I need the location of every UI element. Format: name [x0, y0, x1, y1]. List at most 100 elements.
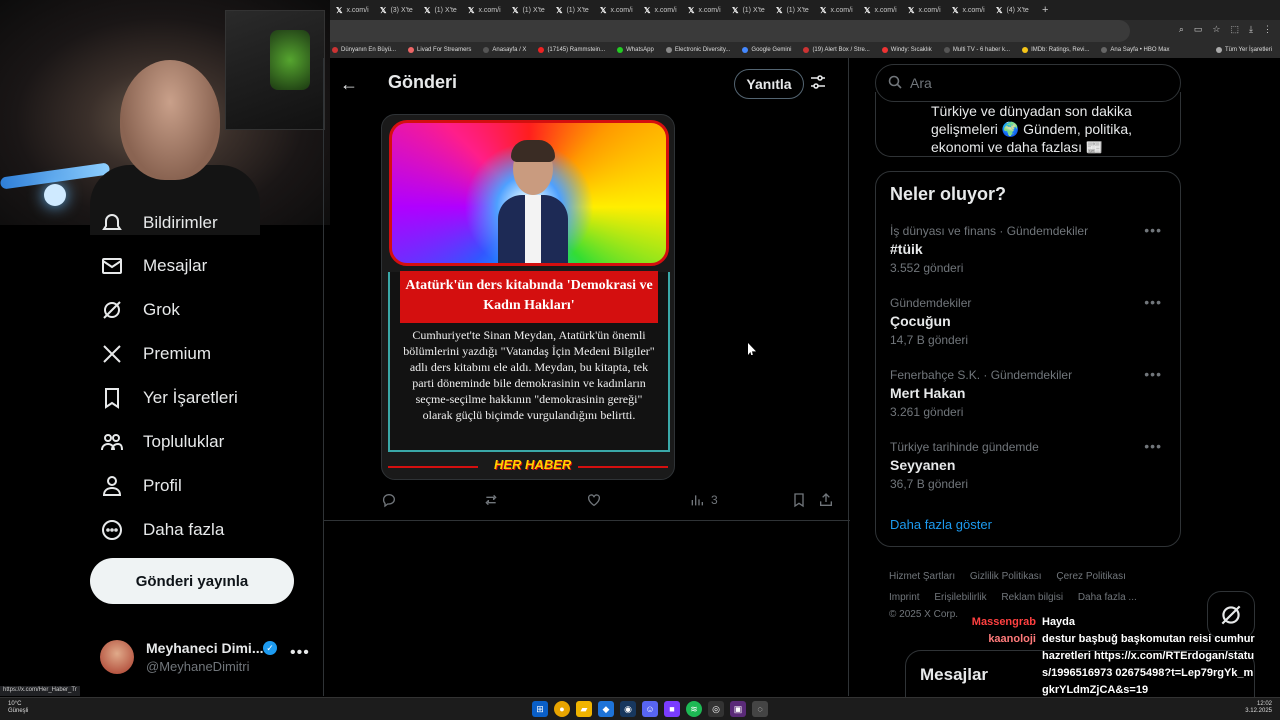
extensions-icon[interactable]: ⬚	[1231, 24, 1240, 35]
footer-link[interactable]: Çerez Politikası	[1056, 571, 1125, 582]
star-icon[interactable]: ☆	[1212, 24, 1220, 35]
browser-tab[interactable]: 𝕏x.com/i	[682, 6, 726, 15]
browser-tab[interactable]: 𝕏x.com/i	[462, 6, 506, 15]
browser-tab[interactable]: 𝕏x.com/i	[330, 6, 374, 15]
footer-link[interactable]: Erişilebilirlik	[934, 592, 986, 603]
discord-icon[interactable]: ☺	[642, 701, 658, 717]
browser-tab[interactable]: 𝕏x.com/i	[638, 6, 682, 15]
menu-icon[interactable]: ⋮	[1263, 24, 1272, 35]
bookmark-item[interactable]: Windy: Sıcaklık	[881, 47, 932, 53]
tab-title: x.com/i	[610, 6, 633, 14]
browser-tab[interactable]: 𝕏 (1) X'te	[418, 6, 462, 15]
footer-link[interactable]: Imprint	[889, 592, 920, 603]
more-horizontal-icon[interactable]: •••	[1144, 222, 1162, 238]
app-icon[interactable]: ▣	[730, 701, 746, 717]
app-icon[interactable]: ■	[664, 701, 680, 717]
url-field[interactable]	[330, 20, 1130, 42]
browser-tab[interactable]: 𝕏 (3) X'te	[374, 6, 418, 15]
more-horizontal-icon[interactable]: •••	[290, 644, 310, 662]
sidebar-item-grok[interactable]: Grok	[100, 298, 180, 322]
footer-link[interactable]: Hizmet Şartları	[889, 571, 955, 582]
steam-icon[interactable]: ◉	[620, 701, 636, 717]
trend-item[interactable]: Fenerbahçe S.K. · Gündemdekiler Mert Hak…	[890, 366, 1170, 419]
bookmark-item[interactable]: (17145) Rammstein...	[538, 47, 605, 53]
zoom-icon[interactable]: ⌕	[1179, 24, 1184, 35]
x-favicon-icon: 𝕏	[952, 5, 959, 15]
footer-link[interactable]: Gizlilik Politikası	[970, 571, 1042, 582]
folder-icon[interactable]: ▰	[576, 701, 592, 717]
cast-icon[interactable]: ▭	[1194, 24, 1203, 35]
download-icon[interactable]: ⤓	[1249, 24, 1253, 35]
browser-tab[interactable]: 𝕏 (1) X'te	[506, 6, 550, 15]
system-clock[interactable]: 12:02 3.12.2025	[1245, 701, 1272, 715]
trend-name: #tüik	[890, 241, 923, 257]
x-favicon-icon: 𝕏	[732, 5, 739, 15]
trend-item[interactable]: İş dünyası ve finans · Gündemdekiler #tü…	[890, 222, 1170, 275]
browser-tab[interactable]: 𝕏x.com/i	[902, 6, 946, 15]
weather-widget[interactable]: 10°C Güneşli	[8, 701, 28, 715]
search-input[interactable]: Ara	[875, 64, 1181, 102]
obs-icon[interactable]: ◎	[708, 701, 724, 717]
address-bar[interactable]: ⌕ ▭ ☆ ⬚ ⤓ ⋮	[330, 20, 1280, 42]
more-horizontal-icon[interactable]: •••	[1144, 294, 1162, 310]
bookmark-action[interactable]	[791, 492, 807, 508]
sidebar-item-daha-fazla[interactable]: Daha fazla	[100, 518, 224, 542]
account-handle: @MeyhaneDimitri	[146, 659, 250, 674]
bookmark-item[interactable]: WhatsApp	[617, 47, 654, 53]
reply-action[interactable]	[381, 492, 397, 508]
browser-tab[interactable]: 𝕏 (1) X'te	[726, 6, 770, 15]
x-favicon-icon: 𝕏	[600, 5, 607, 15]
more-horizontal-icon[interactable]: •••	[1144, 366, 1162, 382]
bookmark-item[interactable]: Electronic Diversity...	[665, 47, 730, 53]
bookmark-item[interactable]: Anasayfa / X	[483, 47, 526, 53]
sidebar-item-mesajlar[interactable]: Mesajlar	[100, 254, 207, 278]
post-media-card[interactable]: Atatürk'ün ders kitabında 'Demokrasi ve …	[381, 114, 675, 480]
repost-action[interactable]	[483, 492, 499, 508]
back-arrow-icon[interactable]: ←	[340, 74, 358, 95]
bookmark-item[interactable]: Google Gemini	[742, 47, 791, 53]
bookmark-item[interactable]: IMDb: Ratings, Revi...	[1022, 47, 1089, 53]
footer-link[interactable]: Daha fazla ...	[1078, 592, 1137, 603]
show-more-link[interactable]: Daha fazla göster	[890, 517, 992, 532]
browser-tab[interactable]: 𝕏x.com/i	[814, 6, 858, 15]
bookmark-item[interactable]: Dünyanın En Büyü...	[332, 47, 396, 53]
browser-tab[interactable]: 𝕏x.com/i	[858, 6, 902, 15]
browser-tab[interactable]: 𝕏 (1) X'te	[550, 6, 594, 15]
spotify-icon[interactable]: ≋	[686, 701, 702, 717]
account-switcher[interactable]: Meyhaneci Dimi... ✓ @MeyhaneDimitri •••	[100, 636, 320, 680]
browser-tab[interactable]: 𝕏 (1) X'te	[770, 6, 814, 15]
views-action[interactable]: 3	[689, 492, 718, 508]
trend-item[interactable]: Türkiye tarihinde gündemde Seyyanen 36,7…	[890, 438, 1170, 491]
start-icon[interactable]: ⊞	[532, 701, 548, 717]
trend-posts: 3.261 gönderi	[890, 405, 964, 419]
sidebar-item-notifications[interactable]: Bildirimler	[100, 213, 218, 233]
bookmark-item[interactable]: Ana Sayfa • HBO Max	[1101, 47, 1170, 53]
more-horizontal-icon[interactable]: •••	[1144, 438, 1162, 454]
sidebar-item-profil[interactable]: Profil	[100, 474, 182, 498]
chat-user: kaanoloji	[988, 633, 1036, 645]
chrome-icon[interactable]: ●	[554, 701, 570, 717]
sidebar-item-yer-iaretleri[interactable]: Yer İşaretleri	[100, 386, 238, 410]
bookmark-item[interactable]: Multi TV - 6 haber k...	[943, 47, 1010, 53]
sidebar-item-topluluklar[interactable]: Topluluklar	[100, 430, 224, 454]
like-action[interactable]	[586, 492, 602, 508]
bookmark-item[interactable]: (19) Alert Box / Stre...	[803, 47, 870, 53]
post-button[interactable]: Gönderi yayınla	[90, 558, 294, 604]
trend-item[interactable]: Gündemdekiler Çocuğun 14,7 B gönderi •••	[890, 294, 1170, 347]
app-icon[interactable]: ◌	[752, 701, 768, 717]
heart-icon	[588, 494, 600, 507]
share-action[interactable]	[818, 492, 834, 508]
sidebar-item-premium[interactable]: Premium	[100, 342, 211, 366]
bookmark-item[interactable]: Tüm Yer İşaretleri	[1215, 47, 1272, 53]
browser-tab[interactable]: 𝕏 (4) X'te	[990, 6, 1034, 15]
browser-tab[interactable]: 𝕏x.com/i	[594, 6, 638, 15]
adjust-icon[interactable]	[810, 74, 826, 95]
new-tab-icon[interactable]: +	[1042, 4, 1048, 16]
footer-link[interactable]: Reklam bilgisi	[1001, 592, 1063, 603]
store-icon[interactable]: ◆	[598, 701, 614, 717]
weather-desc: Güneşli	[8, 708, 29, 714]
bookmark-item[interactable]: Livad For Streamers	[408, 47, 471, 53]
bookmark-favicon-icon	[483, 47, 490, 53]
browser-tab[interactable]: 𝕏x.com/i	[946, 6, 990, 15]
reply-button[interactable]: Yanıtla	[734, 69, 804, 99]
